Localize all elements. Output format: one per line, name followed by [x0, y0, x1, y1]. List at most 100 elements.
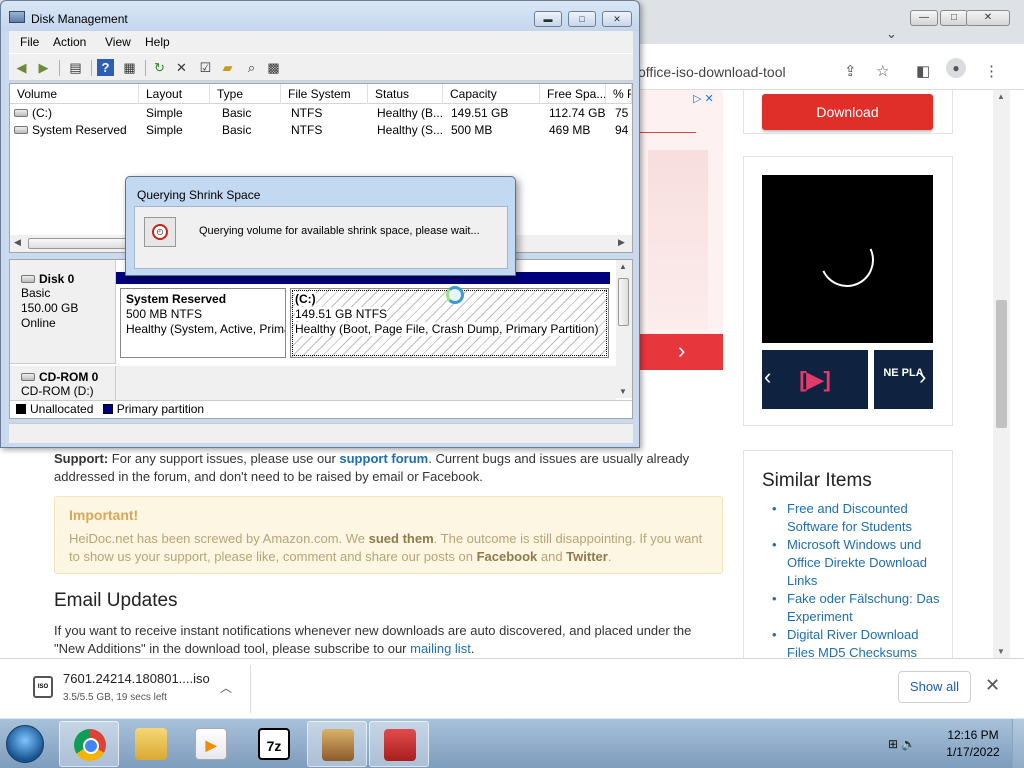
- col-header-percent-free[interactable]: % F: [606, 84, 632, 104]
- ad-divider: [640, 132, 696, 133]
- cdrom-name-text: CD-ROM 0: [39, 370, 99, 384]
- volume-row[interactable]: (C:) Simple Basic NTFS Healthy (B... 149…: [10, 105, 632, 122]
- disk0-label[interactable]: Disk 0 Basic 150.00 GB Online: [10, 260, 116, 364]
- email-text: If you want to receive instant notificat…: [54, 623, 692, 656]
- dm-close-button[interactable]: ✕: [602, 11, 632, 27]
- mailing-list-link[interactable]: mailing list: [410, 641, 471, 656]
- ad-cta-banner[interactable]: ›: [640, 334, 723, 370]
- back-arrow-icon[interactable]: ◀: [13, 59, 30, 76]
- carousel-next-icon[interactable]: ›: [919, 364, 926, 390]
- toolbox-icon: [384, 729, 416, 761]
- scrollbar-thumb[interactable]: [996, 300, 1007, 428]
- search-disk-icon[interactable]: ⌕: [243, 59, 260, 76]
- menu-action[interactable]: Action: [53, 35, 86, 49]
- hscroll-thumb[interactable]: [28, 238, 138, 249]
- col-header-filesystem[interactable]: File System: [281, 84, 368, 104]
- side-panel-icon[interactable]: ◧: [916, 62, 930, 80]
- disk-list-icon[interactable]: ▩: [265, 59, 282, 76]
- volume-row[interactable]: System Reserved Simple Basic NTFS Health…: [10, 122, 632, 139]
- disk-view-vscrollbar[interactable]: ▲ ▼: [616, 260, 632, 398]
- video-thumbnail[interactable]: [▶]: [762, 350, 868, 409]
- col-header-free-space[interactable]: Free Spa...: [540, 84, 606, 104]
- download-options-chevron-icon[interactable]: ︿: [220, 679, 232, 696]
- col-header-capacity[interactable]: Capacity: [443, 84, 540, 104]
- profile-avatar-icon[interactable]: ●: [946, 58, 966, 78]
- close-shelf-icon[interactable]: ✕: [985, 675, 1000, 696]
- start-button[interactable]: [6, 725, 44, 763]
- chrome-minimize-button[interactable]: —: [910, 10, 938, 26]
- similar-item-link[interactable]: Free and Discounted Software for Student…: [770, 500, 940, 536]
- download-status: 3.5/5.5 GB, 19 secs left: [63, 692, 167, 703]
- disk0-name: Disk 0: [21, 272, 115, 286]
- menu-view[interactable]: View: [105, 35, 131, 49]
- cdrom-partition-area[interactable]: [116, 366, 616, 400]
- checklist-icon[interactable]: ☑: [197, 59, 214, 76]
- scroll-right-icon[interactable]: ▶: [618, 237, 625, 248]
- page-scrollbar[interactable]: ▲ ▼: [993, 90, 1010, 658]
- col-header-status[interactable]: Status: [368, 84, 443, 104]
- similar-item-link[interactable]: Microsoft Windows und Office Direkte Dow…: [770, 536, 940, 590]
- taskbar-7zip[interactable]: 7z: [244, 721, 304, 767]
- show-all-button[interactable]: Show all: [898, 671, 971, 703]
- address-bar-url[interactable]: office-iso-download-tool: [638, 64, 786, 80]
- twitter-link[interactable]: Twitter: [566, 549, 608, 564]
- refresh-icon[interactable]: ↻: [151, 59, 168, 76]
- open-folder-icon[interactable]: ▰: [219, 59, 236, 76]
- dm-titlebar[interactable]: Disk Management ▬ □ ✕: [1, 1, 639, 31]
- disk-management-icon: [9, 11, 25, 23]
- chrome-maximize-button[interactable]: □: [940, 10, 968, 26]
- email-updates-text: If you want to receive instant notificat…: [54, 622, 724, 658]
- share-icon[interactable]: ⇪: [844, 62, 857, 80]
- support-forum-link[interactable]: support forum: [339, 451, 428, 466]
- menu-help[interactable]: Help: [145, 35, 170, 49]
- tray-network-volume-icons[interactable]: ⊞ 🔈: [888, 737, 916, 751]
- taskbar-media-player[interactable]: ▶: [181, 721, 241, 767]
- taskbar-toolbox[interactable]: [369, 721, 429, 767]
- taskbar-chrome[interactable]: [59, 721, 119, 767]
- percent-free-cell: 75: [615, 106, 629, 120]
- download-shelf: ISO 7601.24214.180801....iso 3.5/5.5 GB,…: [0, 658, 1024, 718]
- forward-arrow-icon[interactable]: ▶: [35, 59, 52, 76]
- ad-choices-icon[interactable]: ▷ ✕: [693, 92, 714, 105]
- video-player[interactable]: [762, 175, 933, 343]
- clock-time: 12:16 PM: [947, 728, 999, 742]
- vscroll-thumb[interactable]: [618, 278, 629, 326]
- scroll-down-icon[interactable]: ▼: [997, 647, 1005, 656]
- taskbar-computer-management[interactable]: [307, 721, 367, 767]
- delete-icon[interactable]: ✕: [173, 59, 190, 76]
- tab-search-chevron-icon[interactable]: ⌄: [886, 26, 897, 42]
- shelf-divider: [250, 665, 251, 713]
- show-desktop-button[interactable]: [1012, 719, 1024, 768]
- similar-item-link[interactable]: Fake oder Fälschung: Das Experiment: [770, 590, 940, 626]
- dialog-body: ◴ Querying volume for available shrink s…: [134, 206, 508, 269]
- partition-system-reserved[interactable]: System Reserved 500 MB NTFS Healthy (Sys…: [120, 288, 286, 358]
- folder-icon: [135, 728, 167, 760]
- bookmark-star-icon[interactable]: ☆: [876, 62, 889, 80]
- download-filename[interactable]: 7601.24214.180801....iso: [63, 671, 210, 686]
- carousel-prev-icon[interactable]: ‹: [764, 364, 771, 390]
- scroll-down-icon[interactable]: ▼: [619, 387, 627, 396]
- querying-shrink-dialog: Querying Shrink Space ◴ Querying volume …: [125, 176, 516, 276]
- up-level-icon[interactable]: ▤: [67, 59, 84, 76]
- taskbar-explorer[interactable]: [121, 721, 181, 767]
- scroll-up-icon[interactable]: ▲: [619, 262, 627, 271]
- dm-maximize-button[interactable]: □: [568, 11, 596, 27]
- cdrom-label[interactable]: CD-ROM 0 CD-ROM (D:): [10, 366, 116, 400]
- properties-icon[interactable]: ▦: [121, 59, 138, 76]
- col-header-type[interactable]: Type: [210, 84, 281, 104]
- unallocated-swatch: [16, 404, 26, 414]
- scroll-up-icon[interactable]: ▲: [997, 92, 1005, 101]
- menu-file[interactable]: File: [20, 35, 39, 49]
- help-icon[interactable]: ?: [97, 59, 114, 76]
- similar-item-link[interactable]: Digital River Download Files MD5 Checksu…: [770, 626, 940, 658]
- col-header-volume[interactable]: Volume: [10, 84, 139, 104]
- facebook-link[interactable]: Facebook: [477, 549, 538, 564]
- clock[interactable]: 12:16 PM 1/17/2022: [938, 727, 1008, 761]
- notice-text: HeiDoc.net has been screwed by Amazon.co…: [69, 531, 369, 546]
- dm-minimize-button[interactable]: ▬: [534, 11, 562, 27]
- scroll-left-icon[interactable]: ◀: [14, 237, 21, 248]
- chrome-menu-icon[interactable]: ⋮: [984, 62, 999, 80]
- chrome-close-button[interactable]: ✕: [966, 10, 1010, 26]
- download-button[interactable]: Download: [762, 94, 933, 130]
- col-header-layout[interactable]: Layout: [139, 84, 210, 104]
